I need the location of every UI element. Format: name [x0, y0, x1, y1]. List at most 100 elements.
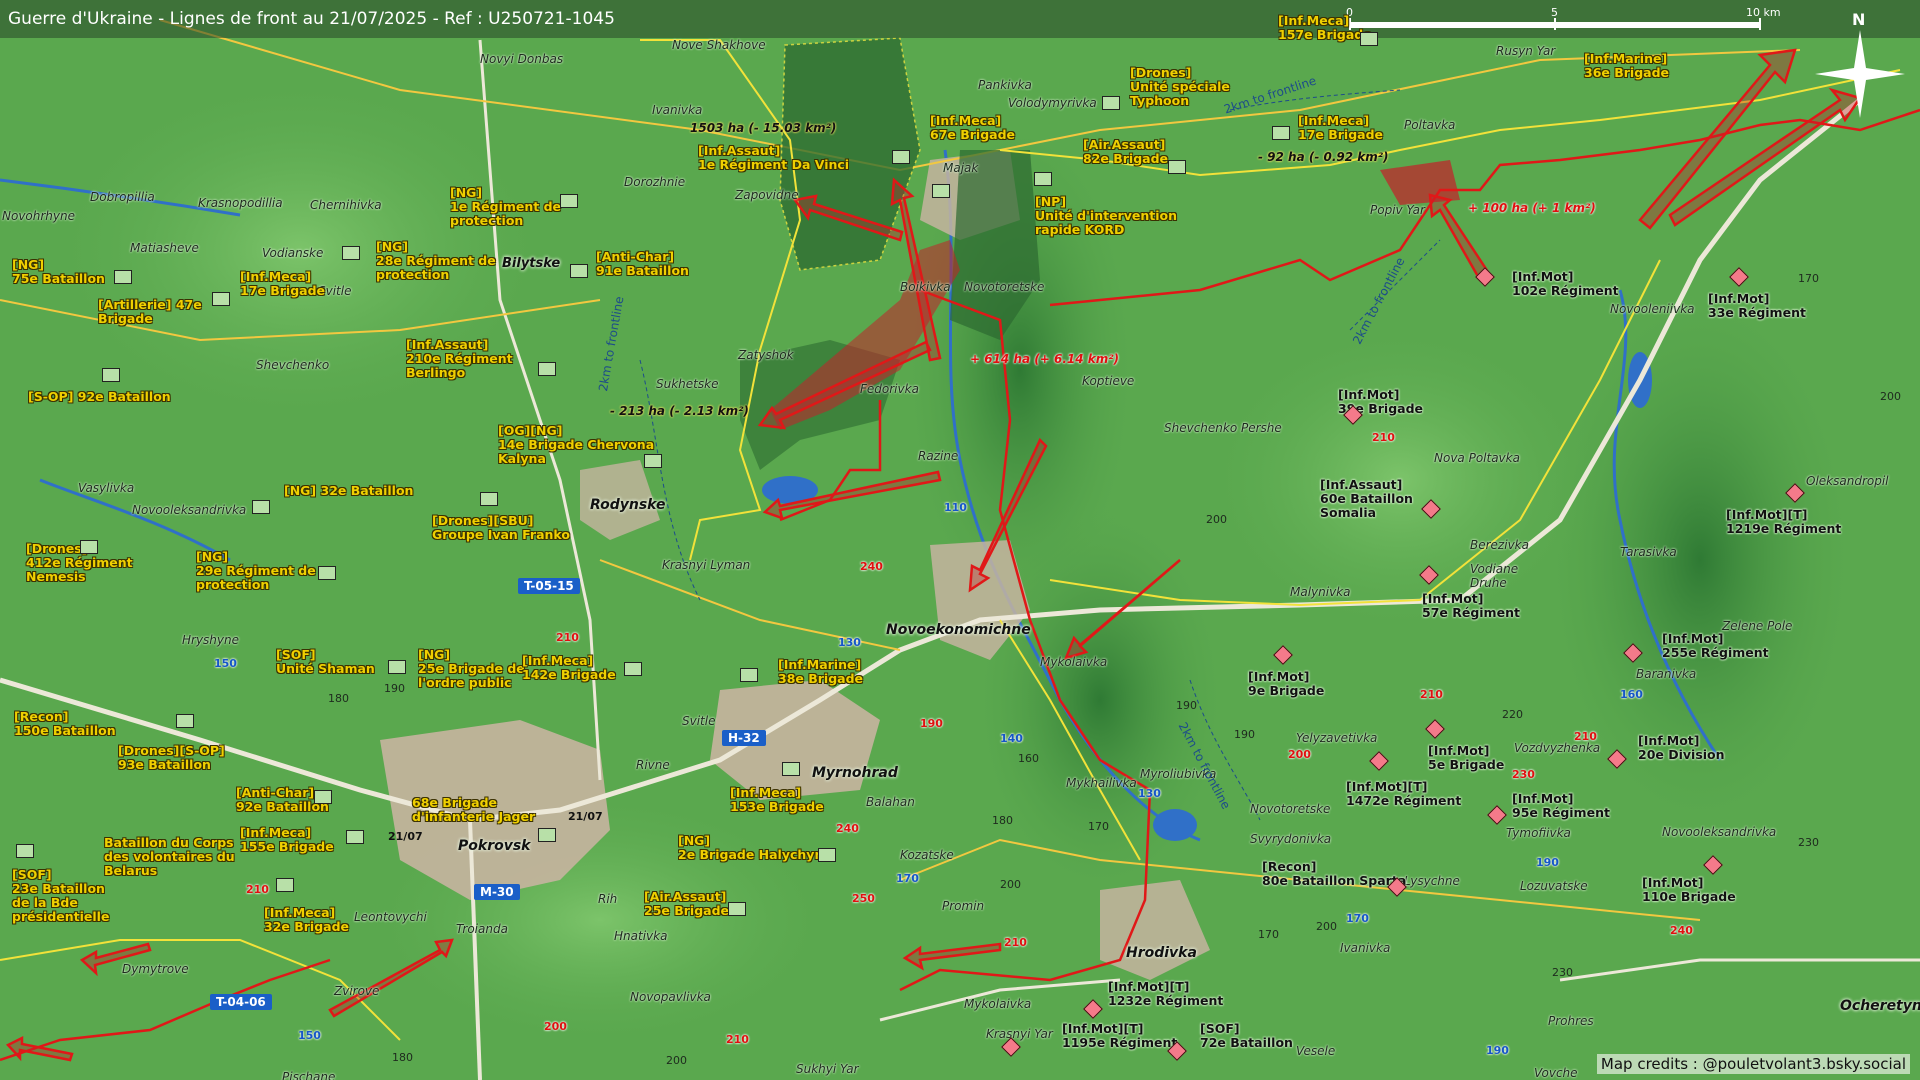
- road-number: 190: [920, 717, 943, 730]
- map-title: Guerre d'Ukraine - Lignes de front au 21…: [8, 9, 615, 29]
- area-change-label: - 92 ha (- 0.92 km²): [1258, 150, 1389, 164]
- area-change-label: + 614 ha (+ 6.14 km²): [970, 352, 1120, 366]
- town-label: Vesele: [1296, 1044, 1336, 1058]
- ua-unit-marker-icon[interactable]: [818, 848, 836, 862]
- town-label: Rivne: [636, 758, 670, 772]
- map-canvas[interactable]: Guerre d'Ukraine - Lignes de front au 21…: [0, 0, 1920, 1080]
- ua-unit-label: Bataillon du Corps des volontaires du Be…: [104, 835, 235, 878]
- ua-unit-marker-icon[interactable]: [212, 292, 230, 306]
- city-label: Myrnohrad: [812, 765, 898, 781]
- elevation-number: 180: [992, 814, 1013, 827]
- ua-unit-label: [Recon] 150e Bataillon: [14, 709, 116, 738]
- road-number: 190: [1536, 856, 1559, 869]
- ua-unit-marker-icon[interactable]: [318, 566, 336, 580]
- ua-unit-marker-icon[interactable]: [102, 368, 120, 382]
- ua-unit-marker-icon[interactable]: [644, 454, 662, 468]
- town-label: Mykhailivka: [1066, 776, 1137, 790]
- town-label: Hryshyne: [182, 633, 240, 647]
- ua-unit-marker-icon[interactable]: [1034, 172, 1052, 186]
- ru-unit-label: [Inf.Mot] 5e Brigade: [1428, 743, 1505, 772]
- ua-unit-label: [NG] 28e Régiment de protection: [376, 239, 496, 282]
- elevation-number: 220: [1502, 708, 1523, 721]
- ua-unit-marker-icon[interactable]: [314, 790, 332, 804]
- town-label: Svitle: [682, 714, 716, 728]
- ua-unit-marker-icon[interactable]: [1360, 32, 1378, 46]
- ua-unit-marker-icon[interactable]: [538, 828, 556, 842]
- road-number: 200: [1288, 748, 1311, 761]
- ua-unit-marker-icon[interactable]: [782, 762, 800, 776]
- ua-unit-marker-icon[interactable]: [346, 830, 364, 844]
- ua-unit-marker-icon[interactable]: [1168, 160, 1186, 174]
- road-number: 140: [1000, 732, 1023, 745]
- ua-unit-marker-icon[interactable]: [1272, 126, 1290, 140]
- ua-unit-marker-icon[interactable]: [538, 362, 556, 376]
- town-label: Poltavka: [1404, 118, 1456, 132]
- ua-unit-label: [Inf.Assaut] 210e Régiment Berlingo: [406, 337, 513, 380]
- ua-unit-marker-icon[interactable]: [480, 492, 498, 506]
- town-label: Kozatske: [900, 848, 954, 862]
- road-shield: M-30: [474, 884, 520, 900]
- ua-unit-marker-icon[interactable]: [570, 264, 588, 278]
- elevation-number: 180: [328, 692, 349, 705]
- road-number: 230: [1512, 768, 1535, 781]
- town-label: Novotoretske: [1250, 802, 1331, 816]
- town-label: Pankivka: [978, 78, 1032, 92]
- road-number: 130: [838, 636, 861, 649]
- ru-unit-label: [SOF] 72e Bataillon: [1200, 1021, 1293, 1050]
- town-label: Nove Shakhove: [672, 38, 766, 52]
- ua-unit-marker-icon[interactable]: [176, 714, 194, 728]
- elevation-number: 170: [1798, 272, 1819, 285]
- town-label: Prohres: [1548, 1014, 1594, 1028]
- road-number: 130: [1138, 787, 1161, 800]
- town-label: Nova Poltavka: [1434, 451, 1520, 465]
- ua-unit-marker-icon[interactable]: [624, 662, 642, 676]
- town-label: Novyi Donbas: [480, 52, 564, 66]
- town-label: Novotoretske: [964, 280, 1045, 294]
- scale-label: 5: [1551, 6, 1558, 19]
- ua-unit-marker-icon[interactable]: [252, 500, 270, 514]
- town-label: Novooleniivka: [1610, 302, 1695, 316]
- town-label: Troianda: [456, 922, 508, 936]
- area-change-label: 1503 ha (- 15.03 km²): [690, 121, 837, 135]
- ua-unit-label: [NG] 1e Régiment de protection: [450, 185, 562, 228]
- ru-unit-label: [Inf.Mot] 255e Régiment: [1662, 631, 1769, 660]
- town-label: Shevchenko: [256, 358, 330, 372]
- date-label: 21/07: [388, 830, 423, 843]
- town-label: Krasnyi Yar: [986, 1027, 1053, 1041]
- ua-unit-marker-icon[interactable]: [16, 844, 34, 858]
- ua-unit-marker-icon[interactable]: [388, 660, 406, 674]
- town-label: Dobropillia: [90, 190, 155, 204]
- ua-unit-label: [NG] 32e Bataillon: [284, 483, 414, 498]
- ru-unit-label: [Inf.Mot] 95e Régiment: [1512, 791, 1610, 820]
- ua-unit-marker-icon[interactable]: [932, 184, 950, 198]
- ua-unit-marker-icon[interactable]: [740, 668, 758, 682]
- ua-unit-label: 68e Brigade d'infanterie Jager: [412, 795, 536, 824]
- town-label: Razine: [918, 449, 959, 463]
- ua-unit-label: [Inf.Meca] 153e Brigade: [730, 785, 824, 814]
- town-label: Zvirove: [334, 984, 380, 998]
- area-change-label: - 213 ha (- 2.13 km²): [610, 404, 749, 418]
- town-label: Sukhetske: [656, 377, 719, 391]
- elevation-number: 160: [1018, 752, 1039, 765]
- ua-unit-marker-icon[interactable]: [114, 270, 132, 284]
- ua-unit-marker-icon[interactable]: [80, 540, 98, 554]
- ua-unit-label: [Inf.Meca] 157e Brigade: [1278, 13, 1372, 42]
- ua-unit-marker-icon[interactable]: [276, 878, 294, 892]
- road-number: 190: [1486, 1044, 1509, 1057]
- road-number: 240: [1670, 924, 1693, 937]
- ua-unit-marker-icon[interactable]: [892, 150, 910, 164]
- ua-unit-label: [NG] 25e Brigade de l'ordre public: [418, 647, 525, 690]
- ua-unit-label: [Inf.Meca] 142e Brigade: [522, 653, 616, 682]
- ua-unit-marker-icon[interactable]: [342, 246, 360, 260]
- ua-unit-marker-icon[interactable]: [728, 902, 746, 916]
- road-number: 210: [556, 631, 579, 644]
- town-label: Rih: [598, 892, 618, 906]
- road-number: 200: [544, 1020, 567, 1033]
- town-label: Mykolaivka: [1040, 655, 1108, 669]
- town-label: Koptieve: [1082, 374, 1135, 388]
- road-number: 210: [1004, 936, 1027, 949]
- ua-unit-label: [Drones][S-OP] 93e Bataillon: [118, 743, 225, 772]
- ua-unit-marker-icon[interactable]: [1102, 96, 1120, 110]
- ua-unit-marker-icon[interactable]: [560, 194, 578, 208]
- area-change-label: + 100 ha (+ 1 km²): [1468, 201, 1596, 215]
